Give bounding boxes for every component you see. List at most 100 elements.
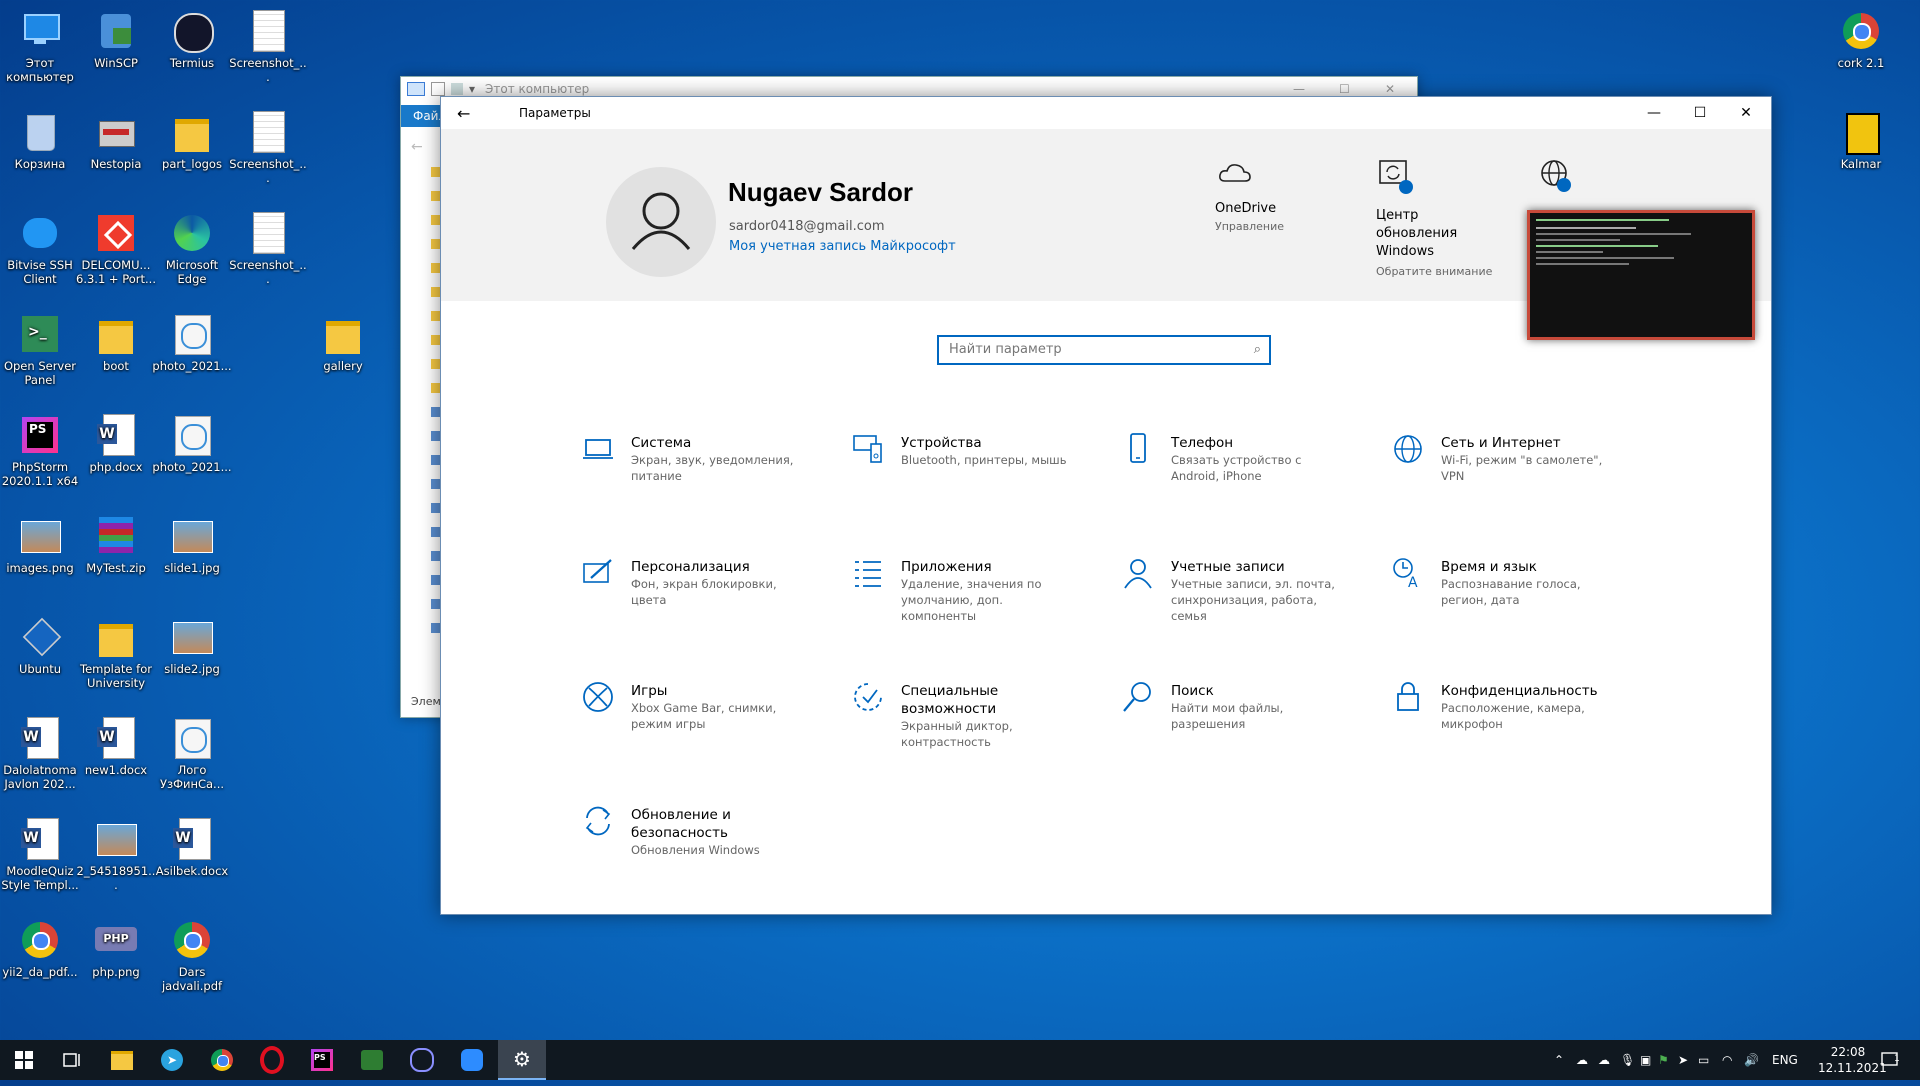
cloud-tray-icon[interactable]: ☁ (1598, 1040, 1610, 1080)
microsoft-account-link[interactable]: Моя учетная запись Майкрософт (729, 239, 956, 254)
windows-update-shortcut[interactable]: Центр обновления Windows Обратите вниман… (1376, 159, 1496, 278)
desktop-icon-word[interactable]: W Asilbek.docx (152, 816, 232, 878)
clock[interactable]: 22:08 12.11.2021 (1818, 1040, 1887, 1080)
taskbar-phpstorm[interactable]: PS (298, 1040, 346, 1080)
settings-tile-1[interactable]: Система Экран, звук, уведомления, питание (581, 432, 811, 512)
start-button[interactable] (0, 1040, 48, 1080)
desktop-icon-image[interactable]: images.png (0, 513, 80, 575)
dropdown-icon[interactable]: ▾ (469, 82, 475, 96)
show-hidden-icons[interactable]: ⌃ (1554, 1040, 1564, 1080)
desktop-icon-word[interactable]: Wnew1.docx (76, 715, 156, 777)
network-status-icon[interactable] (1538, 159, 1578, 199)
desktop-icon-zip[interactable]: MyTest.zip (76, 513, 156, 575)
desktop-icon-photo[interactable]: Лого УзФинСа... (152, 715, 232, 791)
desktop-icon-virtualbox[interactable]: Ubuntu (0, 614, 80, 676)
desktop-icon-openserver[interactable]: >_ Open Server Panel (0, 311, 80, 387)
settings-tile-8[interactable]: A Время и язык Распознавание голоса, регио… (1391, 556, 1621, 636)
settings-tile-2[interactable]: Устройства Bluetooth, принтеры, мышь (851, 432, 1081, 512)
desktop-icon-photo[interactable]: photo_2021... (152, 412, 232, 474)
desktop-icon-photo[interactable]: photo_2021... (152, 311, 232, 373)
settings-tile-6[interactable]: Приложения Удаление, значения по умолчани… (851, 556, 1081, 636)
tile-description: Удаление, значения по умолчанию, доп. ко… (901, 577, 1042, 623)
minimize-button[interactable]: — (1631, 97, 1677, 129)
settings-tile-3[interactable]: Телефон Связать устройство с Android, iPh… (1121, 432, 1351, 512)
taskbar-termius[interactable] (398, 1040, 446, 1080)
desktop-icon-chrome[interactable]: yii2_da_pdf... (0, 917, 80, 979)
taskbar-settings[interactable]: ⚙ (498, 1040, 546, 1080)
settings-tile-12[interactable]: Конфиденциальность Расположение, камера, … (1391, 680, 1621, 760)
desktop-icon-word[interactable]: Wphp.docx (76, 412, 156, 474)
window-thumbnail-preview[interactable] (1527, 210, 1755, 340)
settings-tile-5[interactable]: Персонализация Фон, экран блокировки, цве… (581, 556, 811, 636)
settings-titlebar[interactable]: ← Параметры — ☐ ✕ (441, 97, 1771, 129)
taskbar-opera[interactable] (248, 1040, 296, 1080)
notification-center-button[interactable]: 1 (1880, 1040, 1910, 1080)
flag-tray-icon[interactable]: ⚑ (1658, 1040, 1669, 1080)
desktop-icon-computer[interactable]: Этот компьютер (0, 8, 80, 84)
taskbar-winscp[interactable] (348, 1040, 396, 1080)
taskbar-chrome[interactable] (198, 1040, 246, 1080)
tray-app-icon[interactable]: ▣ (1640, 1040, 1651, 1080)
onedrive-tray-icon[interactable]: ☁ (1576, 1040, 1588, 1080)
battery-tray-icon[interactable]: ▭ (1698, 1040, 1709, 1080)
desktop-icon-termius[interactable]: Termius (152, 8, 232, 70)
close-button[interactable]: ✕ (1723, 97, 1769, 129)
desktop-icon-label: php.png (92, 965, 140, 979)
desktop-icon-folder[interactable]: gallery (303, 311, 383, 373)
wifi-tray-icon[interactable]: ◠ (1722, 1040, 1732, 1080)
desktop-icon-chrome[interactable]: Dars jadvali.pdf (152, 917, 232, 993)
settings-tile-10[interactable]: Специальные возможности Экранный диктор, … (851, 680, 1081, 760)
taskbar-telegram[interactable]: ➤ (148, 1040, 196, 1080)
mic-tray-icon[interactable]: 🎙 (1620, 1040, 1635, 1080)
tile-title: Устройства (901, 435, 982, 451)
desktop-icon-edge[interactable]: Microsoft Edge (152, 210, 232, 286)
ribbon-file-tab[interactable]: Файл (401, 105, 446, 127)
maximize-button[interactable]: ☐ (1677, 97, 1723, 129)
properties-icon[interactable] (451, 83, 463, 95)
desktop-icon-sheet[interactable]: Screenshot_... (228, 109, 308, 185)
desktop-icon-anydesk[interactable]: DELCOMU... 6.3.1 + Port... (76, 210, 156, 286)
desktop-icon-sheet[interactable]: Screenshot_... (228, 210, 308, 286)
desktop-icon-kalmar[interactable]: Kalmar (1821, 109, 1901, 171)
desktop-icon-sheet[interactable]: Screenshot_... (228, 8, 308, 84)
back-arrow-icon[interactable]: ← (457, 104, 497, 123)
settings-tile-9[interactable]: Игры Xbox Game Bar, снимки, режим игры (581, 680, 811, 760)
volume-tray-icon[interactable]: 🔊 (1744, 1040, 1759, 1080)
desktop-icon-php[interactable]: PHP php.png (76, 917, 156, 979)
tile-description: Экранный диктор, контрастность (901, 719, 1013, 749)
desktop-icon-folder[interactable]: boot (76, 311, 156, 373)
desktop-icon-image[interactable]: 2_54518951... (76, 816, 156, 892)
tile-title: Время и язык (1441, 559, 1537, 575)
minimize-button[interactable]: — (1293, 82, 1305, 96)
desktop-icon-recycle[interactable]: Корзина (0, 109, 80, 171)
desktop-icon-bitvise[interactable]: Bitvise SSH Client (0, 210, 80, 286)
settings-tile-13[interactable]: Обновление и безопасность Обновления Wind… (581, 804, 811, 884)
settings-tile-7[interactable]: Учетные записи Учетные записи, эл. почта,… (1121, 556, 1351, 636)
desktop-icon-phpstorm[interactable]: PS PhpStorm 2020.1.1 x64 (0, 412, 80, 488)
navigation-pane[interactable] (401, 167, 443, 667)
close-button[interactable]: ✕ (1385, 82, 1395, 96)
desktop-icon-winscp[interactable]: WinSCP (76, 8, 156, 70)
tile-title: Персонализация (631, 559, 750, 575)
onedrive-shortcut[interactable]: OneDrive Управление (1215, 159, 1365, 233)
task-view-button[interactable] (48, 1040, 96, 1080)
taskbar-zoom[interactable] (448, 1040, 496, 1080)
back-arrow-icon[interactable]: ← (411, 139, 423, 155)
desktop-icon-image[interactable]: slide1.jpg (152, 513, 232, 575)
telegram-tray-icon[interactable]: ➤ (1678, 1040, 1688, 1080)
checkbox-icon[interactable] (431, 82, 445, 96)
desktop-icon-nestopia[interactable]: Nestopia (76, 109, 156, 171)
cloud-icon (1219, 164, 1251, 182)
settings-tile-4[interactable]: Сеть и Интернет Wi-Fi, режим "в самолете"… (1391, 432, 1621, 512)
desktop-icon-image[interactable]: slide2.jpg (152, 614, 232, 676)
desktop-icon-folder[interactable]: Template for University (76, 614, 156, 690)
language-indicator[interactable]: ENG (1772, 1040, 1798, 1080)
settings-tile-11[interactable]: Поиск Найти мои файлы, разрешения (1121, 680, 1351, 760)
maximize-button[interactable]: ☐ (1339, 82, 1350, 96)
desktop-icon-folder[interactable]: part_logos (152, 109, 232, 171)
taskbar-file-explorer[interactable] (98, 1040, 146, 1080)
desktop-icon-word[interactable]: W Dalolatnoma Javlon 202... (0, 715, 80, 791)
desktop-icon-chrome[interactable]: cork 2.1 (1821, 8, 1901, 70)
desktop-icon-word[interactable]: W MoodleQuiz Style Templ... (0, 816, 80, 892)
search-input[interactable]: Найти параметр ⌕ (937, 335, 1271, 365)
